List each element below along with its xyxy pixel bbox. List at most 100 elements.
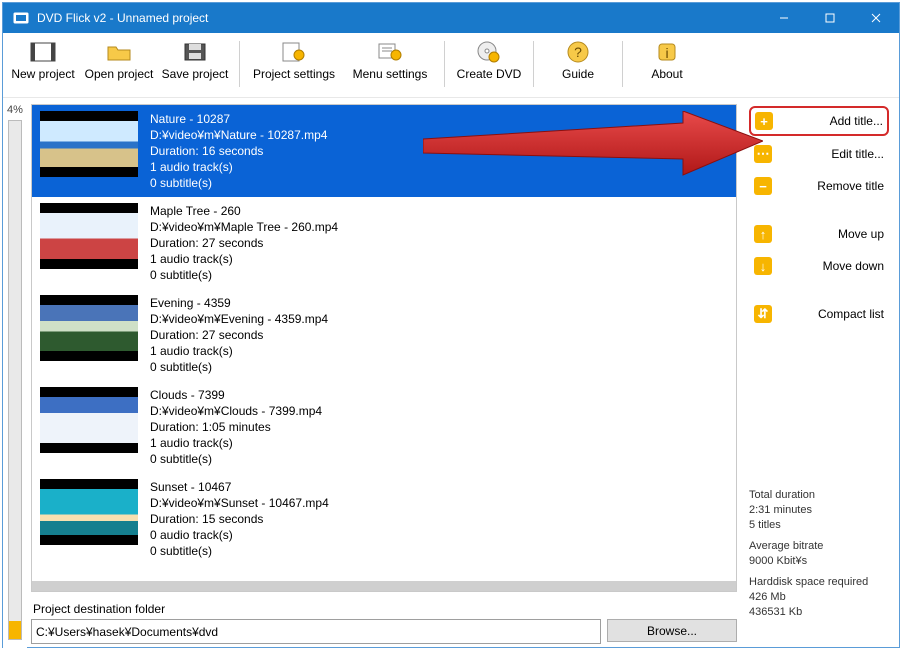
title-path: D:¥video¥m¥Sunset - 10467.mp4 (150, 495, 329, 511)
title-item[interactable]: Evening - 4359D:¥video¥m¥Evening - 4359.… (32, 289, 736, 381)
settings-page-icon (279, 39, 309, 65)
title-item[interactable]: Sunset - 10467D:¥video¥m¥Sunset - 10467.… (32, 473, 736, 565)
edit-title-label: Edit title... (782, 147, 884, 161)
menu-settings-button[interactable]: Menu settings (342, 37, 438, 91)
title-info: Maple Tree - 260D:¥video¥m¥Maple Tree - … (150, 203, 338, 283)
move-up-label: Move up (782, 227, 884, 241)
dest-label: Project destination folder (33, 602, 737, 616)
browse-button[interactable]: Browse... (607, 619, 737, 642)
title-path: D:¥video¥m¥Clouds - 7399.mp4 (150, 403, 322, 419)
move-up-button[interactable]: ↑ Move up (749, 220, 889, 248)
title-path: D:¥video¥m¥Nature - 10287.mp4 (150, 127, 327, 143)
title-item[interactable]: Clouds - 7399D:¥video¥m¥Clouds - 7399.mp… (32, 381, 736, 473)
film-icon (28, 39, 58, 65)
arrow-down-icon: ↓ (754, 257, 772, 275)
toolbar: New project Open project Save project Pr… (3, 33, 899, 98)
app-window: DVD Flick v2 - Unnamed project New proje… (2, 2, 900, 648)
title-audio: 1 audio track(s) (150, 251, 338, 267)
new-project-label: New project (11, 67, 74, 81)
usage-column: 4% (3, 98, 27, 652)
title-name: Evening - 4359 (150, 295, 328, 311)
app-icon (13, 10, 29, 26)
title-path: D:¥video¥m¥Evening - 4359.mp4 (150, 311, 328, 327)
title-thumbnail (40, 479, 138, 545)
compact-list-button[interactable]: ⇵ Compact list (749, 300, 889, 328)
stat-hdd-value2: 436531 Kb (749, 605, 889, 620)
arrow-up-icon: ↑ (754, 225, 772, 243)
usage-percent: 4% (7, 104, 23, 116)
toolbar-separator (239, 41, 240, 87)
title-duration: Duration: 16 seconds (150, 143, 327, 159)
guide-button[interactable]: ? Guide (540, 37, 616, 91)
title-audio: 1 audio track(s) (150, 435, 322, 451)
minimize-button[interactable] (761, 3, 807, 33)
create-dvd-button[interactable]: Create DVD (451, 37, 527, 91)
minus-icon: − (754, 177, 772, 195)
menu-settings-label: Menu settings (353, 67, 428, 81)
toolbar-separator (444, 41, 445, 87)
toolbar-separator (622, 41, 623, 87)
title-duration: Duration: 27 seconds (150, 327, 328, 343)
svg-text:?: ? (574, 44, 582, 60)
title-subs: 0 subtitle(s) (150, 451, 322, 467)
title-subs: 0 subtitle(s) (150, 359, 328, 375)
title-audio: 1 audio track(s) (150, 159, 327, 175)
title-info: Sunset - 10467D:¥video¥m¥Sunset - 10467.… (150, 479, 329, 559)
usage-bar-fill (9, 621, 21, 639)
remove-title-label: Remove title (782, 179, 884, 193)
usage-bar (8, 120, 22, 640)
title-subs: 0 subtitle(s) (150, 175, 327, 191)
stat-title-count: 5 titles (749, 518, 889, 533)
maximize-button[interactable] (807, 3, 853, 33)
compact-icon: ⇵ (754, 305, 772, 323)
stat-bitrate-key: Average bitrate (749, 539, 889, 554)
disc-gear-icon (474, 39, 504, 65)
about-label: About (651, 67, 682, 81)
add-title-button[interactable]: + Add title... (749, 106, 889, 136)
stat-duration-key: Total duration (749, 488, 889, 503)
title-duration: Duration: 1:05 minutes (150, 419, 322, 435)
move-down-button[interactable]: ↓ Move down (749, 252, 889, 280)
title-thumbnail (40, 203, 138, 269)
right-pane: + Add title... ⋯ Edit title... − Remove … (745, 98, 899, 652)
body: 4% Nature - 10287D:¥video¥m¥Nature - 102… (3, 98, 899, 652)
new-project-button[interactable]: New project (5, 37, 81, 91)
about-button[interactable]: i About (629, 37, 705, 91)
scroll-indicator[interactable] (32, 581, 736, 591)
stats: Total duration 2:31 minutes 5 titles Ave… (749, 482, 889, 620)
info-icon: i (652, 39, 682, 65)
open-project-button[interactable]: Open project (81, 37, 157, 91)
project-settings-button[interactable]: Project settings (246, 37, 342, 91)
title-info: Nature - 10287D:¥video¥m¥Nature - 10287.… (150, 111, 327, 191)
project-settings-label: Project settings (253, 67, 335, 81)
ellipsis-icon: ⋯ (754, 145, 772, 163)
dest-folder-input[interactable] (31, 619, 601, 644)
create-dvd-label: Create DVD (457, 67, 522, 81)
open-project-label: Open project (85, 67, 154, 81)
title-audio: 0 audio track(s) (150, 527, 329, 543)
titlebar[interactable]: DVD Flick v2 - Unnamed project (3, 3, 899, 33)
move-down-label: Move down (782, 259, 884, 273)
titles-list[interactable]: Nature - 10287D:¥video¥m¥Nature - 10287.… (31, 104, 737, 592)
title-path: D:¥video¥m¥Maple Tree - 260.mp4 (150, 219, 338, 235)
title-item[interactable]: Nature - 10287D:¥video¥m¥Nature - 10287.… (32, 105, 736, 197)
title-name: Nature - 10287 (150, 111, 327, 127)
stat-bitrate-value: 9000 Kbit¥s (749, 554, 889, 569)
edit-title-button[interactable]: ⋯ Edit title... (749, 140, 889, 168)
toolbar-separator (533, 41, 534, 87)
title-duration: Duration: 15 seconds (150, 511, 329, 527)
close-button[interactable] (853, 3, 899, 33)
remove-title-button[interactable]: − Remove title (749, 172, 889, 200)
save-project-label: Save project (162, 67, 229, 81)
title-info: Clouds - 7399D:¥video¥m¥Clouds - 7399.mp… (150, 387, 322, 467)
title-thumbnail (40, 387, 138, 453)
title-name: Maple Tree - 260 (150, 203, 338, 219)
title-info: Evening - 4359D:¥video¥m¥Evening - 4359.… (150, 295, 328, 375)
svg-text:i: i (665, 45, 668, 61)
title-audio: 1 audio track(s) (150, 343, 328, 359)
stat-hdd-key: Harddisk space required (749, 575, 889, 590)
title-item[interactable]: Maple Tree - 260D:¥video¥m¥Maple Tree - … (32, 197, 736, 289)
compact-list-label: Compact list (782, 307, 884, 321)
save-project-button[interactable]: Save project (157, 37, 233, 91)
menu-settings-icon (375, 39, 405, 65)
